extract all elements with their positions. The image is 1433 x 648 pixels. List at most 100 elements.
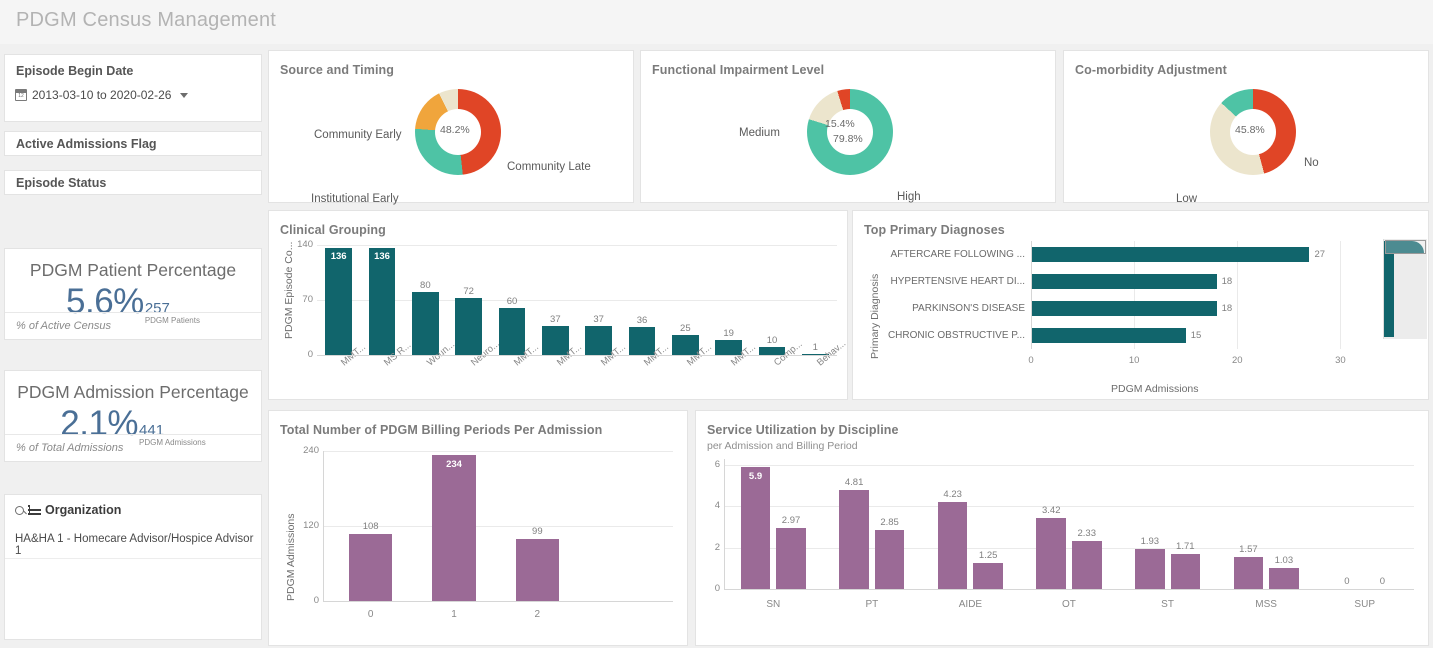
donut-comorbidity[interactable]: 45.8% No Low [1064,81,1428,205]
search-icon[interactable] [15,505,24,515]
bar[interactable] [1233,556,1264,589]
kpi-footer-text: % of Active Census [16,320,111,332]
bar[interactable] [368,248,396,355]
date-range-control[interactable]: 12 2013-03-10 to 2020-02-26 [15,88,189,102]
filter-episode-status[interactable]: Episode Status [4,170,262,195]
bar[interactable] [776,527,806,589]
x-axis-line [323,601,673,602]
grid-line [323,451,673,452]
filter-active-admissions-flag[interactable]: Active Admissions Flag [4,131,262,156]
filter-organization[interactable]: Organization HA&HA 1 - Homecare Advisor/… [4,494,262,640]
chevron-down-icon[interactable] [180,92,189,98]
plot-area[interactable]: 0 70 140 136 MMT... 136 MS R... 80 Woun... 72 Neur… [297,239,848,368]
y-tick: 2 [714,541,720,553]
bar-value-label: 37 [550,313,561,325]
bar[interactable] [1031,327,1186,344]
minimap-window[interactable] [1385,240,1426,254]
donut-center-label: 45.8% [1235,124,1265,136]
chart-card-top-primary-diagnoses[interactable]: Top Primary Diagnoses Primary Diagnosis … [852,210,1429,400]
bar[interactable] [498,307,526,355]
bar-value-label: 15 [1190,329,1202,341]
bar-value-label: 108 [362,520,379,532]
organization-header[interactable]: Organization [15,503,121,517]
bar[interactable] [839,489,869,589]
filter-episode-begin-date[interactable]: Episode Begin Date 12 2013-03-10 to 2020… [4,54,262,122]
bar[interactable] [432,454,476,601]
x-tick: 30 [1335,355,1346,366]
chart-title: Clinical Grouping [280,223,386,237]
bar[interactable] [325,248,353,355]
bar[interactable] [1135,549,1165,589]
donut-ring[interactable] [807,89,893,175]
bar[interactable] [1170,553,1201,589]
bar[interactable] [874,530,905,589]
bar[interactable] [1031,300,1217,317]
y-tick: 120 [303,520,319,531]
plot-area[interactable]: 0 10 20 30 AFTERCARE FOLLOWING ... 27 HYPERTEN… [881,241,1371,369]
bar[interactable] [937,501,968,589]
grid-line [724,547,1414,549]
donut-label-community-late: Community Late [507,161,591,173]
bar-value-label: 80 [420,280,431,292]
x-tick-label: PT [865,599,879,610]
chart-scroll-minimap[interactable] [1383,239,1427,339]
x-tick-label: SUP [1354,599,1375,610]
y-tick-label: HYPERTENSIVE HEART DI... [890,275,1025,287]
kpi-card-patient-percentage[interactable]: PDGM Patient Percentage 5.6% 257 PDGM Pa… [4,248,262,340]
bar-value-label: 1.71 [1176,540,1195,552]
bar-value-label: 10 [766,335,778,347]
donut-functional-impairment[interactable]: 15.4% 79.8% Medium High [641,81,1055,203]
plot-area[interactable]: 0 2 4 6 5.9 2.97 SN 4.81 2.85 PT 4.23 1.25 AIDE 3.42 2… [715,459,1414,619]
bar[interactable] [973,563,1003,589]
chart-card-service-utilization[interactable]: Service Utilization by Discipline per Ad… [695,410,1429,646]
kpi-footer: % of Active Census [5,312,261,339]
bar-value-label: 136 [374,251,390,263]
donut-label-high: High [897,191,921,203]
donut-label-no: No [1304,157,1319,169]
bar[interactable] [1071,540,1102,589]
list-item[interactable]: HA&HA 1 - Homecare Advisor/Hospice Advis… [5,531,261,559]
y-tick-label: AFTERCARE FOLLOWING ... [890,248,1025,260]
bar[interactable] [515,539,559,601]
bar-value-label: 2.85 [880,517,899,529]
chart-card-functional-impairment-level[interactable]: Functional Impairment Level 15.4% 79.8% … [640,50,1056,203]
chart-card-source-and-timing[interactable]: Source and Timing 48.2% Community Early … [268,50,634,205]
chart-title: Top Primary Diagnoses [864,223,1005,237]
y-axis-title: Primary Diagnosis [869,273,881,359]
chart-card-clinical-grouping[interactable]: Clinical Grouping PDGM Episode Co... 0 70… [268,210,849,400]
x-tick-label: MSS [1255,599,1277,610]
bar-value-label: 5.9 [748,471,763,483]
bar-value-label: 36 [636,314,648,326]
x-axis-title: PDGM Admissions [1111,383,1199,395]
bar[interactable] [1036,518,1067,589]
kpi-card-admission-percentage[interactable]: PDGM Admission Percentage 2.1% 441 PDGM … [4,370,262,462]
bar[interactable] [1031,246,1310,263]
donut-source-timing[interactable]: 48.2% Community Early Community Late Ins… [269,81,633,205]
bar[interactable] [1269,567,1299,589]
donut-label-institutional-early: Institutional Early [311,193,399,205]
y-tick: 0 [714,583,720,594]
bar[interactable] [1031,273,1217,290]
chart-card-comorbidity-adjustment[interactable]: Co-morbidity Adjustment 45.8% No Low [1063,50,1429,205]
x-axis-line [724,589,1414,590]
y-axis-line [1031,241,1032,349]
plot-area[interactable]: 0 120 240 108 0 234 1 99 2 [303,445,673,620]
chart-title: Co-morbidity Adjustment [1075,63,1227,77]
x-tick: 0 [1028,355,1034,366]
chart-title: Total Number of PDGM Billing Periods Per… [280,423,603,437]
y-tick: 4 [714,500,720,512]
bar-value-label: 18 [1221,302,1233,314]
grid-line [1340,241,1342,349]
grid-line [317,245,837,246]
date-range-value: 2013-03-10 to 2020-02-26 [32,88,172,102]
bar[interactable] [740,467,771,589]
chart-card-billing-periods[interactable]: Total Number of PDGM Billing Periods Per… [268,410,688,646]
kpi-title: PDGM Patient Percentage [29,260,237,280]
bar-value-label: 37 [593,313,604,325]
bar[interactable] [455,298,483,355]
bar[interactable] [411,292,439,355]
list-icon [28,505,41,515]
bar[interactable] [349,533,393,601]
y-tick: 140 [297,239,313,250]
donut-center-label-high: 79.8% [833,133,863,145]
